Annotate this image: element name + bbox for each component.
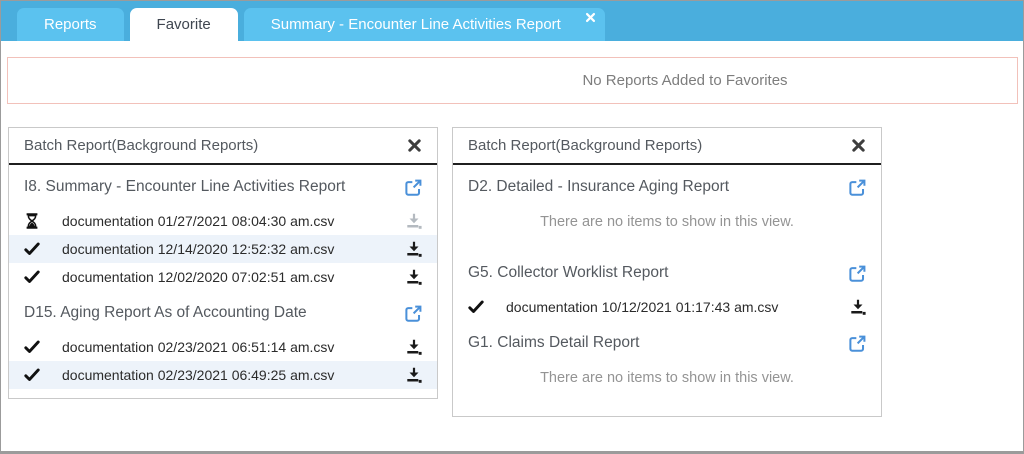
external-link-icon[interactable] xyxy=(405,305,422,322)
report-file-row[interactable]: documentation 10/12/2021 01:17:43 am.csv xyxy=(453,293,881,321)
report-name: G1. Claims Detail Report xyxy=(468,334,849,352)
download-icon[interactable] xyxy=(850,299,866,315)
report-file-row[interactable]: documentation 02/23/2021 06:49:25 am.csv xyxy=(9,361,437,389)
tab-label: Reports xyxy=(44,16,97,33)
report-name: D2. Detailed - Insurance Aging Report xyxy=(468,178,849,196)
close-icon[interactable] xyxy=(407,138,422,153)
favorites-empty-message: No Reports Added to Favorites xyxy=(582,72,787,89)
panel-header: Batch Report(Background Reports) xyxy=(453,128,881,165)
tab-reports[interactable]: Reports xyxy=(17,8,124,41)
hourglass-icon xyxy=(24,213,40,229)
panel-title: Batch Report(Background Reports) xyxy=(24,137,407,154)
tab-summary-encounter-line-activities-report[interactable]: Summary - Encounter Line Activities Repo… xyxy=(244,8,605,41)
panel-header: Batch Report(Background Reports) xyxy=(9,128,437,165)
download-icon[interactable] xyxy=(406,367,422,383)
panel-title: Batch Report(Background Reports) xyxy=(468,137,851,154)
check-icon xyxy=(24,241,40,257)
download-icon[interactable] xyxy=(406,339,422,355)
report-group-title: G5. Collector Worklist Report xyxy=(453,251,881,293)
tab-label: Favorite xyxy=(157,16,211,33)
report-file-row[interactable]: documentation 12/14/2020 12:52:32 am.csv xyxy=(9,235,437,263)
download-icon[interactable] xyxy=(406,241,422,257)
download-icon xyxy=(406,213,422,229)
close-icon[interactable] xyxy=(851,138,866,153)
app-window: Reports Favorite Summary - Encounter Lin… xyxy=(0,0,1024,454)
batch-report-panel-left: Batch Report(Background Reports) I8. Sum… xyxy=(8,127,438,399)
report-group-title: D2. Detailed - Insurance Aging Report xyxy=(453,165,881,207)
report-file-row[interactable]: documentation 12/02/2020 07:02:51 am.csv xyxy=(9,263,437,291)
file-name: documentation 12/14/2020 12:52:32 am.csv xyxy=(62,241,406,257)
report-name: I8. Summary - Encounter Line Activities … xyxy=(24,178,405,196)
report-group-title: D15. Aging Report As of Accounting Date xyxy=(9,291,437,333)
check-icon xyxy=(24,339,40,355)
empty-list-message: There are no items to show in this view. xyxy=(453,207,881,251)
report-name: D15. Aging Report As of Accounting Date xyxy=(24,304,405,322)
report-group-title: G1. Claims Detail Report xyxy=(453,321,881,363)
download-icon[interactable] xyxy=(406,269,422,285)
panel-body: I8. Summary - Encounter Line Activities … xyxy=(9,165,437,398)
check-icon xyxy=(24,367,40,383)
external-link-icon[interactable] xyxy=(849,179,866,196)
file-name: documentation 12/02/2020 07:02:51 am.csv xyxy=(62,269,406,285)
panel-body: D2. Detailed - Insurance Aging Report Th… xyxy=(453,165,881,416)
empty-list-message: There are no items to show in this view. xyxy=(453,363,881,407)
report-name: G5. Collector Worklist Report xyxy=(468,264,849,282)
batch-report-panel-right: Batch Report(Background Reports) D2. Det… xyxy=(452,127,882,417)
external-link-icon[interactable] xyxy=(849,265,866,282)
external-link-icon[interactable] xyxy=(405,179,422,196)
report-group-title: I8. Summary - Encounter Line Activities … xyxy=(9,165,437,207)
report-file-row[interactable]: documentation 01/27/2021 08:04:30 am.csv xyxy=(9,207,437,235)
favorites-empty-banner: No Reports Added to Favorites xyxy=(7,57,1018,104)
file-name: documentation 10/12/2021 01:17:43 am.csv xyxy=(506,299,850,315)
external-link-icon[interactable] xyxy=(849,335,866,352)
file-name: documentation 02/23/2021 06:49:25 am.csv xyxy=(62,367,406,383)
file-name: documentation 01/27/2021 08:04:30 am.csv xyxy=(62,213,406,229)
close-icon[interactable] xyxy=(585,12,596,23)
file-name: documentation 02/23/2021 06:51:14 am.csv xyxy=(62,339,406,355)
check-icon xyxy=(468,299,484,315)
check-icon xyxy=(24,269,40,285)
report-tab-bar: Reports Favorite Summary - Encounter Lin… xyxy=(1,1,1023,41)
batch-report-panels: Batch Report(Background Reports) I8. Sum… xyxy=(8,127,1023,417)
tab-label: Summary - Encounter Line Activities Repo… xyxy=(271,16,561,33)
report-file-row[interactable]: documentation 02/23/2021 06:51:14 am.csv xyxy=(9,333,437,361)
tab-favorite[interactable]: Favorite xyxy=(130,8,238,41)
